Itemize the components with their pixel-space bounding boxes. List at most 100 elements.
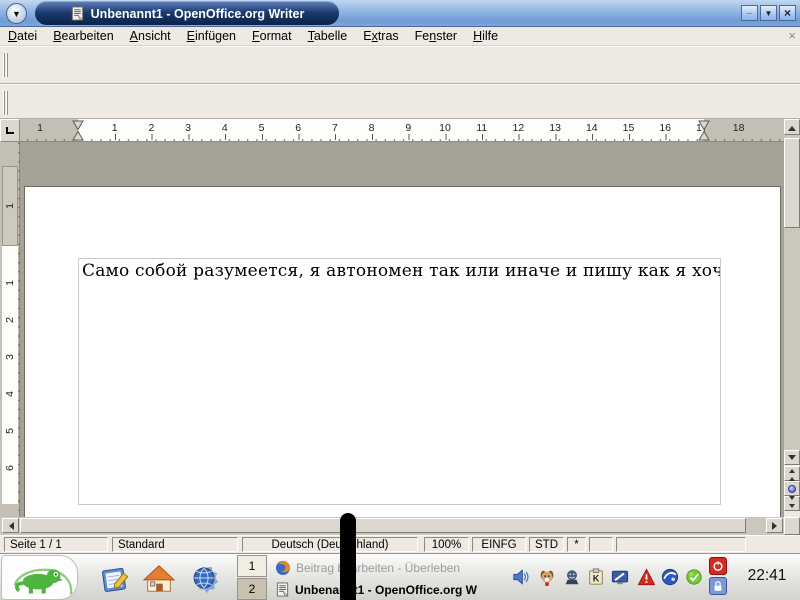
- menu-item[interactable]: Format: [244, 27, 300, 45]
- status-insert-mode[interactable]: EINFG: [472, 537, 526, 552]
- formatting-toolbar: Standard Thorndale AMT 16 B I U: [0, 84, 800, 119]
- window-title: Unbenannt1 - OpenOffice.org Writer: [91, 7, 305, 21]
- panel-clock[interactable]: 22:41: [738, 567, 796, 585]
- status-selection-mode[interactable]: STD: [529, 537, 564, 552]
- window-menu-button[interactable]: ▼: [6, 3, 27, 24]
- start-menu-button[interactable]: [1, 555, 78, 600]
- menu-item[interactable]: Extras: [355, 27, 406, 45]
- ruler-margin-number: 1: [37, 122, 43, 134]
- scroll-up-button[interactable]: [784, 119, 800, 135]
- ruler-number: 5: [4, 428, 16, 434]
- clipboard-k-icon: K: [587, 568, 605, 586]
- update-tray-icon[interactable]: [684, 567, 704, 587]
- scroll-right-button[interactable]: [766, 518, 783, 533]
- text-boundaries-frame[interactable]: Само собой разумеется, я автономен так и…: [78, 258, 721, 505]
- suse-gecko-icon: [5, 558, 75, 598]
- desktop-2-button[interactable]: 2: [237, 578, 267, 600]
- close-button[interactable]: ×: [779, 5, 796, 21]
- klipper-tray-icon[interactable]: K: [586, 567, 606, 587]
- left-tab-icon: [6, 127, 14, 134]
- menu-item[interactable]: Fenster: [407, 27, 465, 45]
- maximize-icon: ▼: [765, 9, 773, 18]
- horizontal-scrollbar-thumb[interactable]: [20, 518, 746, 533]
- task-button-writer[interactable]: Unbenannt1 - OpenOffice.org W: [272, 579, 506, 600]
- desktop-pager: 1 2: [237, 555, 267, 600]
- ruler-number: 9: [405, 122, 411, 134]
- vertical-scrollbar-track[interactable]: [784, 135, 800, 450]
- home-launcher[interactable]: [141, 560, 177, 596]
- beagle-tray-icon[interactable]: [537, 567, 557, 587]
- status-page[interactable]: Seite 1 / 1: [4, 537, 108, 552]
- status-language[interactable]: Deutsch (Deutschland): [242, 537, 418, 552]
- ruler-number: 5: [259, 122, 265, 134]
- maximize-button[interactable]: ▼: [760, 5, 777, 21]
- status-zoom[interactable]: 100%: [424, 537, 469, 552]
- vertical-scrollbar-thumb[interactable]: [784, 138, 800, 228]
- ruler-number: 2: [148, 122, 154, 134]
- close-icon: ×: [784, 6, 791, 20]
- ruler-number: 10: [439, 122, 451, 134]
- ruler-margin-number: 1: [4, 203, 16, 209]
- susewatcher-tray-icon[interactable]: [636, 567, 656, 587]
- document-close-icon[interactable]: ×: [788, 29, 796, 42]
- lock-button[interactable]: [709, 577, 727, 595]
- kpowersave-tray-icon[interactable]: [610, 567, 630, 587]
- previous-page-button[interactable]: [784, 466, 800, 481]
- writer-app-icon: [70, 6, 85, 21]
- menu-item[interactable]: Bearbeiten: [45, 27, 121, 45]
- logout-button[interactable]: [709, 557, 727, 575]
- writer-task-icon: [275, 582, 290, 597]
- menu-item[interactable]: Hilfe: [465, 27, 506, 45]
- menu-item[interactable]: Datei: [0, 27, 45, 45]
- kgpg-tray-icon[interactable]: [562, 567, 582, 587]
- kde-panel: 1 2 Beitrag bearbeiten - Überleben Unben…: [0, 553, 800, 600]
- left-indent-marker[interactable]: [72, 120, 84, 141]
- ruler-number: 7: [332, 122, 338, 134]
- menu-button-arrow-icon: ▼: [12, 9, 21, 19]
- status-page-style[interactable]: Standard: [112, 537, 238, 552]
- ruler-number: 11: [476, 122, 487, 134]
- svg-text:K: K: [593, 574, 600, 584]
- menu-item[interactable]: Einfügen: [179, 27, 244, 45]
- scroll-left-button[interactable]: [2, 518, 19, 533]
- toolbar-grip[interactable]: [3, 53, 8, 77]
- ruler-number: 13: [549, 122, 561, 134]
- volume-tray-icon[interactable]: [511, 567, 531, 587]
- browser-launcher[interactable]: [186, 560, 222, 596]
- navigation-button[interactable]: [784, 481, 800, 496]
- minimize-button[interactable]: _: [741, 5, 758, 21]
- horizontal-scrollbar-track[interactable]: [0, 517, 784, 535]
- horizontal-ruler[interactable]: 1 123456789101112131415161718: [20, 119, 784, 142]
- lock-icon: [712, 580, 724, 592]
- right-indent-marker[interactable]: [698, 120, 710, 141]
- page[interactable]: Само собой разумеется, я автономен так и…: [24, 186, 781, 517]
- scroll-down-button[interactable]: [784, 450, 800, 465]
- notepad-icon: [97, 561, 131, 595]
- next-page-button[interactable]: [784, 496, 800, 511]
- notes-launcher[interactable]: [96, 560, 132, 596]
- minimize-icon: _: [747, 5, 752, 15]
- status-modified-flag[interactable]: *: [567, 537, 586, 552]
- task-button-browser[interactable]: Beitrag bearbeiten - Überleben: [272, 557, 506, 578]
- menu-item[interactable]: Tabelle: [300, 27, 356, 45]
- ruler-number: 3: [185, 122, 191, 134]
- network-tray-icon[interactable]: [660, 567, 680, 587]
- home-icon: [142, 561, 176, 595]
- tab-type-selector[interactable]: [0, 119, 20, 142]
- document-paragraph[interactable]: Само собой разумеется, я автономен так и…: [79, 259, 720, 281]
- ruler-number: 6: [4, 465, 16, 471]
- dog-icon: [538, 568, 556, 586]
- toolbar-grip[interactable]: [3, 91, 8, 115]
- ruler-number: 18: [733, 122, 745, 134]
- vertical-ruler[interactable]: 1 123456: [0, 142, 20, 517]
- ruler-number: 1: [4, 280, 16, 286]
- speaker-icon: [512, 568, 530, 586]
- desktop-1-button[interactable]: 1: [237, 555, 267, 577]
- ruler-dots: [0, 142, 20, 517]
- status-bar: Seite 1 / 1 Standard Deutsch (Deutschlan…: [0, 535, 800, 553]
- menu-bar: DateiBearbeitenAnsichtEinfügenFormatTabe…: [0, 27, 800, 46]
- window-title-pill: Unbenannt1 - OpenOffice.org Writer: [34, 1, 340, 26]
- menu-item[interactable]: Ansicht: [122, 27, 179, 45]
- black-cursor-artifact: [340, 513, 356, 600]
- status-empty-cell: [616, 537, 746, 552]
